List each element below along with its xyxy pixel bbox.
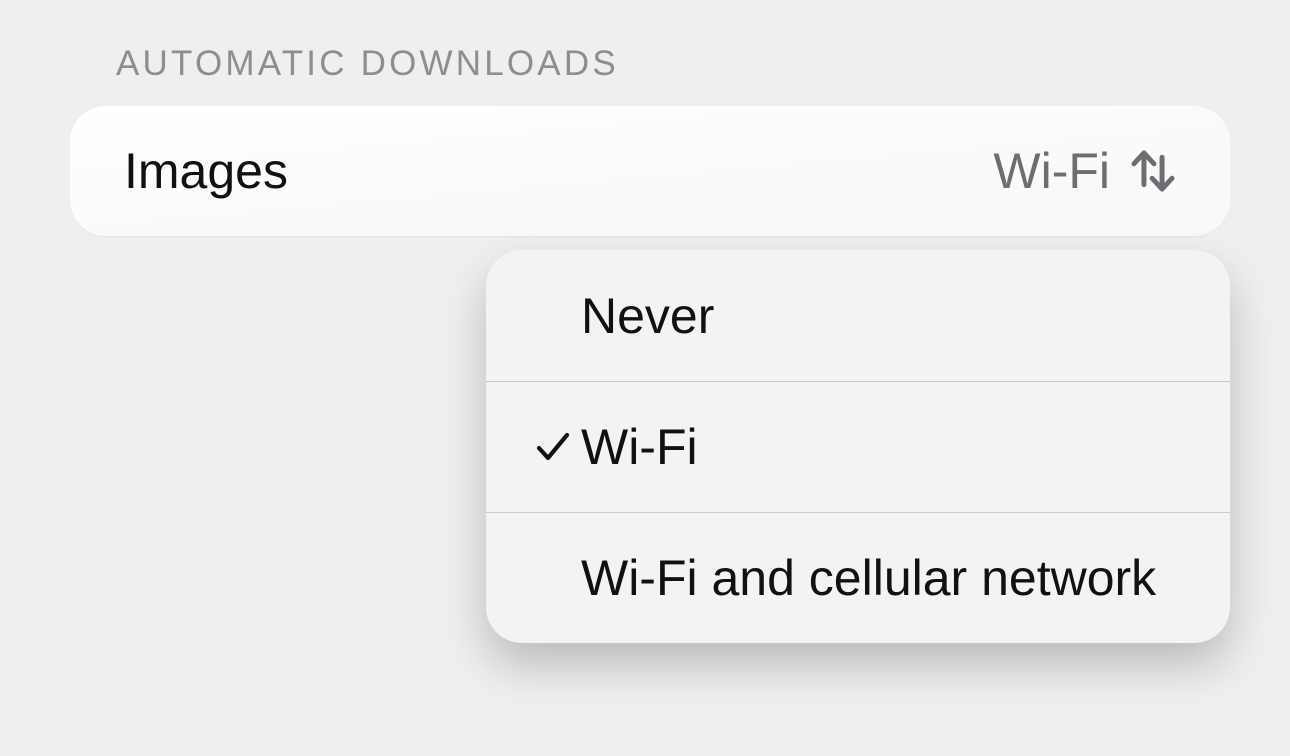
menu-option-label: Wi-Fi [581,418,1190,476]
setting-value-wrap: Wi-Fi [993,142,1182,200]
checkmark-icon [536,430,570,464]
menu-option-wifi[interactable]: Wi-Fi [486,381,1230,512]
menu-option-label: Never [581,287,1190,345]
setting-label: Images [124,142,288,200]
menu-option-wifi-cellular[interactable]: Wi-Fi and cellular network [486,512,1230,643]
menu-option-label: Wi-Fi and cellular network [581,549,1190,607]
setting-row-images[interactable]: Images Wi-Fi [70,106,1230,236]
menu-option-never[interactable]: Never [486,250,1230,381]
section-header: AUTOMATIC DOWNLOADS [116,44,1230,84]
checkmark-slot [536,430,581,464]
dropdown-menu: Never Wi-Fi Wi-Fi and cellular network [486,250,1230,643]
setting-value-text: Wi-Fi [993,142,1110,200]
up-down-arrows-icon [1124,142,1182,200]
